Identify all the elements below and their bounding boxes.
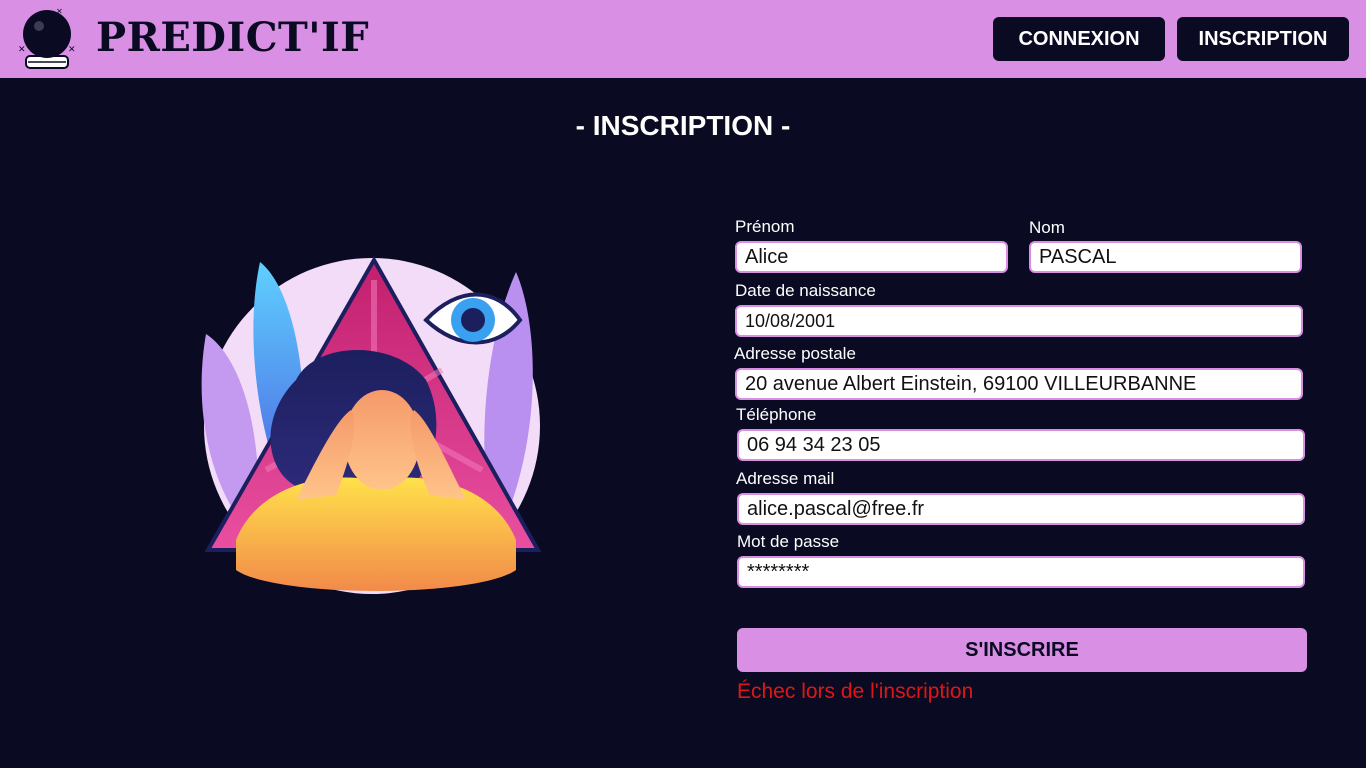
top-bar: ✕ ✕ ✕ PREDICT'IF CONNEXION INSCRIPTION: [0, 0, 1366, 78]
prenom-input[interactable]: [735, 241, 1008, 273]
mystic-eye-triangle-illustration: [201, 255, 542, 594]
svg-text:✕: ✕: [18, 44, 26, 54]
password-label: Mot de passe: [737, 532, 840, 551]
crystal-ball-icon: ✕ ✕ ✕: [18, 7, 76, 69]
error-message: Échec lors de l'inscription: [737, 680, 974, 703]
sinscrire-button[interactable]: S'INSCRIRE: [737, 628, 1307, 672]
date-naissance-label: Date de naissance: [735, 281, 876, 300]
svg-text:✕: ✕: [56, 7, 63, 16]
adresse-label: Adresse postale: [734, 344, 856, 363]
nom-label: Nom: [1029, 218, 1065, 237]
email-input[interactable]: [737, 493, 1305, 525]
brand-name[interactable]: PREDICT'IF: [96, 14, 369, 61]
prenom-label: Prénom: [735, 217, 795, 236]
date-naissance-input[interactable]: [735, 305, 1303, 337]
inscription-button[interactable]: INSCRIPTION: [1177, 17, 1349, 61]
nom-input[interactable]: [1029, 241, 1302, 273]
page-title: - INSCRIPTION -: [575, 110, 791, 141]
email-label: Adresse mail: [736, 469, 835, 488]
password-input[interactable]: [737, 556, 1305, 588]
connexion-button[interactable]: CONNEXION: [993, 17, 1165, 61]
telephone-label: Téléphone: [736, 405, 817, 424]
adresse-input[interactable]: [735, 368, 1303, 400]
svg-text:✕: ✕: [68, 44, 76, 54]
telephone-input[interactable]: [737, 429, 1305, 461]
